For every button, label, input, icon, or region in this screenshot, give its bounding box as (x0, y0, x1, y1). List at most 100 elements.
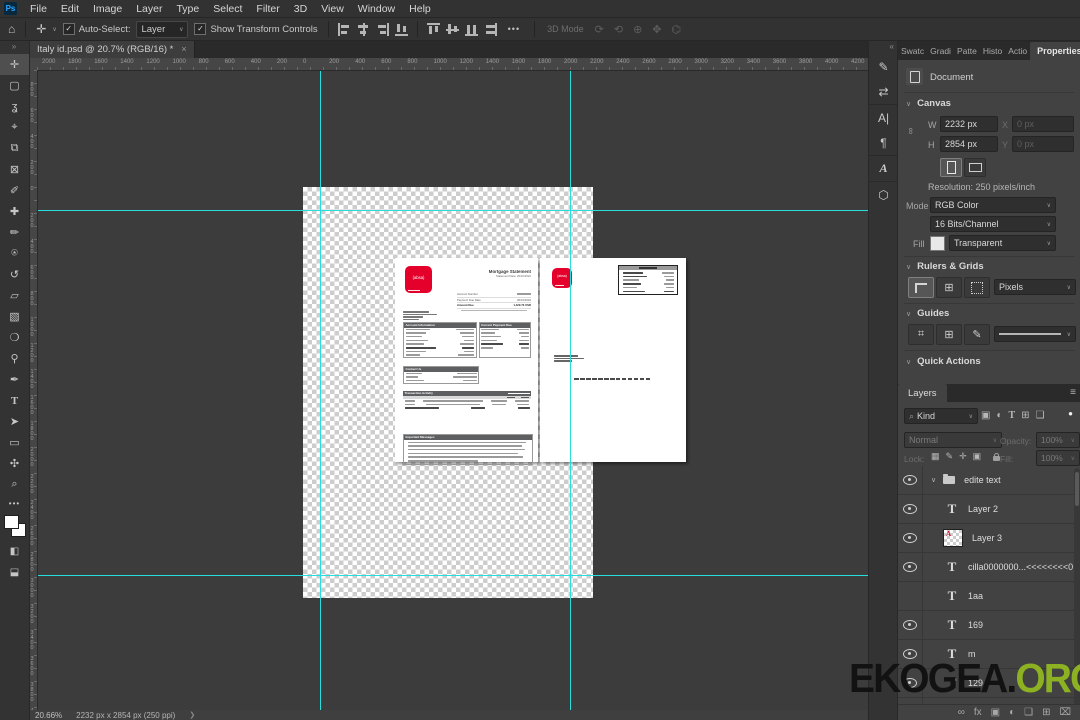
zoom-tool[interactable]: ⌕ (0, 474, 29, 495)
chevron-down-icon[interactable]: ∨ (931, 476, 936, 484)
layer-style-icon[interactable]: fx (974, 706, 982, 720)
marquee-tool[interactable]: ▢ (0, 75, 29, 96)
eye-icon[interactable] (903, 475, 917, 485)
edit-guides-button[interactable]: ✎ (964, 324, 990, 345)
blur-tool[interactable]: ❍ (0, 327, 29, 348)
home-icon[interactable]: ⌂ (8, 22, 15, 36)
auto-select-target-dropdown[interactable]: Layer ∨ (136, 20, 189, 38)
width-field[interactable]: 2232 px (940, 116, 998, 132)
menu-3d[interactable]: 3D (287, 1, 314, 17)
filter-adjustment-layers-icon[interactable]: ◐ (996, 410, 1002, 421)
align-top-edges-icon[interactable] (426, 22, 440, 36)
move-tool-preset-icon[interactable]: ✛ (36, 22, 46, 36)
lasso-tool[interactable]: ʓ (0, 96, 29, 117)
move-tool[interactable]: ✛ (0, 54, 29, 75)
toggle-grid-button[interactable]: ⊞ (936, 277, 962, 298)
align-horizontal-centers-icon[interactable] (356, 22, 370, 36)
hand-tool[interactable]: ✣ (0, 453, 29, 474)
object-selection-tool[interactable]: ⌖ (0, 117, 29, 138)
guide-horizontal-1[interactable] (37, 210, 868, 211)
distribute-vertical-icon[interactable] (483, 22, 497, 36)
guide-vertical-2[interactable] (570, 70, 571, 710)
menu-select[interactable]: Select (206, 1, 249, 17)
tab-properties[interactable]: Properties (1030, 42, 1080, 60)
tab-patte[interactable]: Patte (954, 42, 980, 60)
new-layer-icon[interactable]: ⊞ (1042, 706, 1050, 720)
menu-view[interactable]: View (314, 1, 351, 17)
healing-brush-tool[interactable]: ✚ (0, 201, 29, 222)
filter-toggle-icon[interactable]: ● (1068, 409, 1073, 418)
rulers-grids-section-header[interactable]: ∨ Rulers & Grids (906, 261, 984, 272)
show-transform-checkbox[interactable]: ✓ (194, 23, 207, 35)
layers-fill-field[interactable]: 100% ∨ (1036, 450, 1080, 466)
tab-gradi[interactable]: Gradi (927, 42, 954, 60)
type-tool[interactable]: T (0, 390, 29, 411)
pen-tool[interactable]: ✒ (0, 369, 29, 390)
menu-layer[interactable]: Layer (129, 1, 169, 17)
eye-icon[interactable] (903, 562, 917, 572)
document-tab[interactable]: Italy id.psd @ 20.7% (RGB/16) * × (30, 40, 195, 58)
blend-mode-dropdown[interactable]: Normal ∨ (904, 432, 1002, 448)
tab-swatc[interactable]: Swatc (898, 42, 927, 60)
lock-transparency-icon[interactable]: ▦ (931, 451, 940, 462)
layer-row[interactable]: A Layer 3 (898, 524, 1080, 553)
layer-row[interactable]: T Layer 2 (898, 495, 1080, 524)
canvas-viewport[interactable]: (absa) Mortgage Statement Statement Date… (37, 70, 868, 710)
align-left-edges-icon[interactable] (337, 22, 351, 36)
lock-pixels-icon[interactable]: ✎ (946, 451, 954, 462)
layer-mask-icon[interactable]: ▣ (991, 706, 1000, 720)
toggle-pixel-grid-button[interactable] (964, 277, 990, 298)
zoom-level[interactable]: 20.66% (35, 711, 62, 720)
visibility-cell[interactable] (898, 582, 923, 610)
canvas-section-header[interactable]: ∨ Canvas (906, 98, 951, 109)
vertical-ruler[interactable]: 800 600 400 200 0 200 400 600 800 1000 1200 1400 160… (29, 70, 38, 710)
align-right-edges-icon[interactable] (375, 22, 389, 36)
constrain-link-icon[interactable]: ∞ (906, 128, 916, 134)
layer-filter-dropdown[interactable]: ⌕ Kind ∨ (904, 408, 978, 424)
lock-guides-button[interactable]: ⊞ (936, 324, 962, 345)
more-options-icon[interactable]: ••• (508, 24, 520, 34)
tab-layers[interactable]: Layers (898, 384, 947, 402)
clone-stamp-tool[interactable]: ⍟ (0, 243, 29, 264)
color-mode-dropdown[interactable]: RGB Color ∨ (930, 197, 1056, 213)
fill-dropdown[interactable]: Transparent ∨ (949, 235, 1056, 251)
toolbar-collapse-icon[interactable]: » (0, 40, 29, 54)
lock-all-icon[interactable] (993, 452, 1000, 461)
screen-mode-icon[interactable]: ⬓ (0, 562, 29, 583)
portrait-orientation-button[interactable] (940, 158, 962, 177)
history-brush-tool[interactable]: ↺ (0, 264, 29, 285)
x-field[interactable]: 0 px (1012, 116, 1074, 132)
horizontal-ruler[interactable]: 2000 1800 1600 1400 1200 1000 800 600 400 200 0 200… (37, 58, 868, 71)
guides-section-header[interactable]: ∨ Guides (906, 308, 949, 319)
expand-panels-icon[interactable]: « (869, 40, 898, 54)
crop-tool[interactable]: ⧉ (0, 138, 29, 159)
auto-select-checkbox[interactable]: ✓ (62, 23, 75, 35)
close-icon[interactable]: × (181, 44, 186, 54)
align-bottom-edges-icon[interactable] (464, 22, 478, 36)
eraser-tool[interactable]: ▱ (0, 285, 29, 306)
clone-source-icon[interactable]: ⇄ (869, 79, 898, 104)
lock-position-icon[interactable]: ✛ (959, 451, 967, 462)
guide-style-dropdown[interactable]: ∨ (994, 326, 1076, 342)
layer-row[interactable]: T 169 (898, 611, 1080, 640)
menu-filter[interactable]: Filter (249, 1, 286, 17)
guide-horizontal-2[interactable] (37, 575, 868, 576)
visibility-cell[interactable] (898, 524, 923, 552)
visibility-cell[interactable] (898, 611, 923, 639)
3d-panel-icon[interactable]: ⬡ (869, 181, 898, 207)
edit-toolbar-icon[interactable]: ••• (0, 495, 29, 511)
distribute-horizontal-icon[interactable] (394, 22, 408, 36)
eye-icon[interactable] (903, 620, 917, 630)
gradient-tool[interactable]: ▧ (0, 306, 29, 327)
toggle-rulers-button[interactable] (908, 277, 934, 298)
paragraph-panel-icon[interactable]: ¶ (869, 130, 898, 155)
bit-depth-dropdown[interactable]: 16 Bits/Channel ∨ (930, 216, 1056, 232)
eyedropper-tool[interactable]: ✐ (0, 180, 29, 201)
brush-settings-icon[interactable]: ✎ (869, 54, 898, 79)
eye-icon[interactable] (903, 533, 917, 543)
menu-help[interactable]: Help (402, 1, 438, 17)
adjustment-layer-icon[interactable]: ◐ (1009, 706, 1015, 720)
visibility-cell[interactable] (898, 495, 923, 523)
filter-pixel-layers-icon[interactable]: ▣ (981, 410, 990, 421)
delete-layer-icon[interactable]: ⌧ (1059, 706, 1071, 720)
